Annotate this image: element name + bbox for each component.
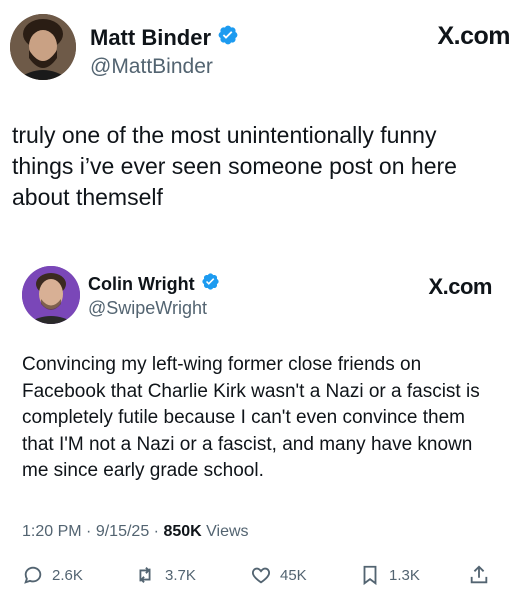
share-button[interactable]: [468, 564, 490, 586]
post-meta: 1:20 PM · 9/15/25 · 850K Views: [22, 523, 249, 541]
bookmark-count: 1.3K: [389, 566, 420, 584]
outer-display-name[interactable]: Matt Binder: [90, 25, 211, 51]
like-icon: [250, 564, 272, 586]
verified-badge-icon: [201, 272, 220, 296]
outer-handle[interactable]: @MattBinder: [90, 55, 213, 79]
meta-separator: ·: [153, 523, 164, 540]
outer-post-text: truly one of the most unintentionally fu…: [12, 122, 457, 210]
repost-button[interactable]: 3.7K: [133, 564, 196, 586]
quoted-post-text: Convincing my left-wing former close fri…: [22, 354, 480, 481]
bookmark-button[interactable]: 1.3K: [359, 564, 420, 586]
repost-icon: [133, 564, 157, 586]
colin-wright-avatar[interactable]: [22, 266, 80, 324]
post-date[interactable]: 9/15/25: [96, 523, 149, 540]
x-com-logo: X.com: [437, 22, 510, 50]
quoted-post[interactable]: Colin Wright @SwipeWright X.com Convinci…: [22, 266, 492, 586]
views-count: 850K: [163, 523, 202, 540]
outer-name-row: Matt Binder: [90, 24, 239, 51]
matt-binder-avatar[interactable]: [10, 14, 76, 80]
like-count: 45K: [280, 566, 307, 584]
quoted-display-name[interactable]: Colin Wright: [88, 274, 195, 295]
x-com-logo: X.com: [428, 274, 492, 299]
action-bar: 2.6K 3.7K 45K 1.3K: [22, 564, 492, 590]
outer-post-header: Matt Binder @MattBinder X.com: [10, 14, 510, 84]
avatar-image: [10, 14, 76, 80]
verified-badge-icon: [217, 24, 239, 51]
quoted-name-row: Colin Wright: [88, 272, 220, 296]
quoted-post-header: Colin Wright @SwipeWright X.com: [22, 266, 492, 326]
bookmark-icon: [359, 564, 381, 586]
post-time[interactable]: 1:20 PM: [22, 523, 82, 540]
like-button[interactable]: 45K: [250, 564, 307, 586]
reply-icon: [22, 564, 44, 586]
reply-count: 2.6K: [52, 566, 83, 584]
repost-count: 3.7K: [165, 566, 196, 584]
views-label: Views: [206, 523, 249, 540]
share-icon: [468, 564, 490, 586]
avatar-image: [22, 266, 80, 324]
reply-button[interactable]: 2.6K: [22, 564, 83, 586]
quoted-handle[interactable]: @SwipeWright: [88, 298, 207, 319]
meta-separator: ·: [86, 523, 96, 540]
